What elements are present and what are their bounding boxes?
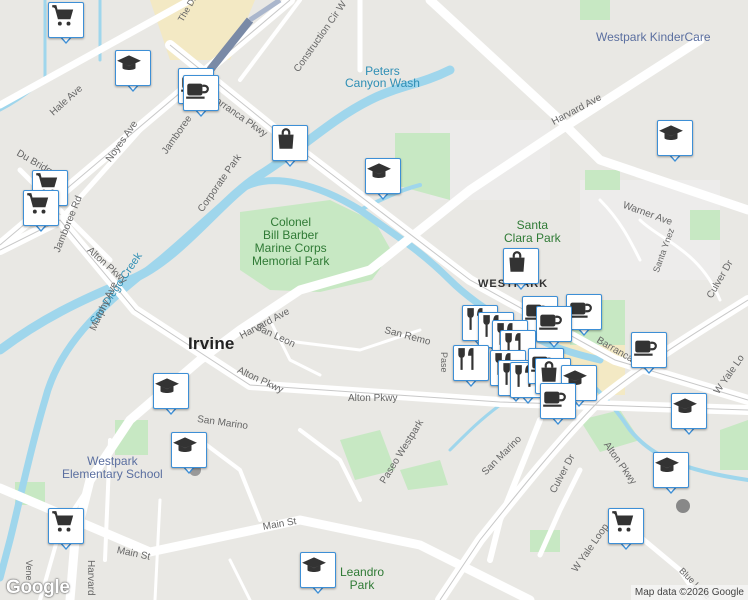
shopping-bag-icon [536,359,562,385]
marker-shopping-bag[interactable] [503,248,539,292]
santa-clara-park-label: Santa Clara Park [504,218,561,245]
westpark-elementary-label: Westpark Elementary School [62,454,163,481]
coffee-cup-icon [541,384,567,410]
graduation-cap-icon [658,121,684,147]
marker-graduation-cap[interactable] [657,120,693,164]
graduation-cap-icon [672,394,698,420]
marker-graduation-cap[interactable] [653,452,689,496]
marker-box [365,158,401,194]
road-harvard-bl: Harvard [85,560,96,596]
shopping-cart-icon [49,3,75,29]
marker-box [631,332,667,368]
marker-shopping-cart[interactable] [608,508,644,552]
shopping-bag-icon [504,249,530,275]
marker-box [153,373,189,409]
marker-box [48,2,84,38]
marker-box [272,125,308,161]
marker-graduation-cap[interactable] [365,158,401,202]
marker-graduation-cap[interactable] [300,552,336,596]
marker-shopping-cart[interactable] [48,508,84,552]
peters-canyon-wash-label: Peters Canyon Wash [345,64,420,90]
graduation-cap-icon [116,51,142,77]
leandro-park-label: Leandro Park [340,565,385,592]
road-pase: Pase [439,352,449,373]
irvine-city-label: Irvine [188,334,235,353]
marker-coffee-cup[interactable] [183,75,219,119]
marker-box [657,120,693,156]
shopping-cart-icon [49,509,75,535]
marker-box [503,248,539,284]
marker-shopping-bag[interactable] [272,125,308,169]
road-alton-pkwy-mid: Alton Pkwy [348,393,398,404]
westpark-kindercare-label: Westpark KinderCare [596,30,711,44]
google-logo: Google [6,577,70,598]
marker-graduation-cap[interactable] [115,50,151,94]
fork-knife-icon [454,346,480,372]
shopping-cart-icon [24,191,50,217]
marker-shopping-cart[interactable] [48,2,84,46]
marker-coffee-cup[interactable] [631,332,667,376]
marker-box [453,345,489,381]
marker-coffee-cup[interactable] [536,306,572,350]
marker-box [536,306,572,342]
graduation-cap-icon [301,553,327,579]
marker-graduation-cap[interactable] [171,432,207,476]
marker-box [608,508,644,544]
coffee-cup-icon [537,307,563,333]
marker-box [300,552,336,588]
marker-box [183,75,219,111]
colonel-park-label: Colonel Bill Barber Marine Corps Memoria… [252,215,330,268]
graduation-cap-icon [366,159,392,185]
marker-graduation-cap[interactable] [153,373,189,417]
marker-coffee-cup[interactable] [540,383,576,427]
graduation-cap-icon [154,374,180,400]
graduation-cap-icon [172,433,198,459]
marker-fork-knife[interactable] [453,345,489,389]
shopping-bag-icon [273,126,299,152]
marker-shopping-cart[interactable] [23,190,59,234]
marker-box [540,383,576,419]
shopping-cart-icon [609,509,635,535]
map-canvas[interactable]: Peters Canyon Wash San Diego Creek Colon… [0,0,748,600]
marker-box [171,432,207,468]
map-attribution[interactable]: Map data ©2026 Google [630,585,748,600]
marker-box [671,393,707,429]
coffee-cup-icon [632,333,658,359]
marker-box [653,452,689,488]
marker-box [23,190,59,226]
marker-box [48,508,84,544]
coffee-cup-icon [184,76,210,102]
marker-box [115,50,151,86]
marker-graduation-cap[interactable] [671,393,707,437]
graduation-cap-icon [654,453,680,479]
